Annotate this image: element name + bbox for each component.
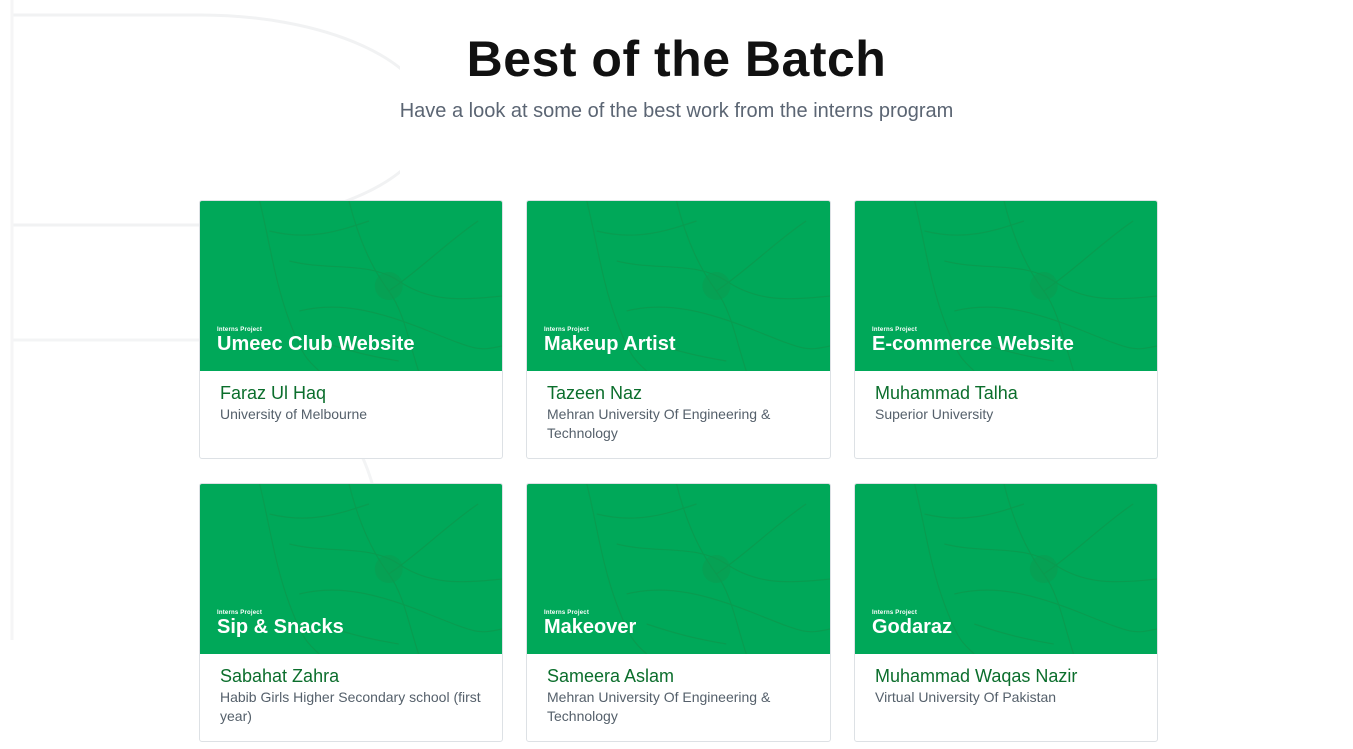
page: Best of the Batch Have a look at some of…: [0, 0, 1353, 749]
intern-name: Faraz Ul Haq: [220, 383, 327, 403]
project-card[interactable]: Interns Project Umeec Club Website Faraz…: [199, 200, 503, 459]
projects-grid: Interns Project Umeec Club Website Faraz…: [199, 200, 1158, 742]
project-title: Godaraz: [872, 616, 953, 638]
project-banner: Interns Project Makeup Artist: [527, 201, 830, 371]
card-body: Tazeen Naz Mehran University Of Engineer…: [527, 371, 830, 443]
intern-school: Virtual University Of Pakistan: [875, 689, 1057, 705]
project-banner: Interns Project Godaraz: [855, 484, 1157, 654]
project-card[interactable]: Interns Project E-commerce Website Muham…: [854, 200, 1158, 459]
project-banner: Interns Project Sip & Snacks: [200, 484, 502, 654]
intern-name: Sabahat Zahra: [220, 666, 340, 686]
intern-name: Muhammad Talha: [875, 383, 1018, 403]
project-banner: Interns Project E-commerce Website: [855, 201, 1157, 371]
card-body: Sabahat Zahra Habib Girls Higher Seconda…: [200, 654, 502, 726]
intern-school: University of Melbourne: [220, 406, 368, 422]
project-banner: Interns Project Makeover: [527, 484, 830, 654]
card-body: Faraz Ul Haq University of Melbourne: [200, 371, 502, 424]
intern-name: Muhammad Waqas Nazir: [875, 666, 1078, 686]
project-card[interactable]: Interns Project Godaraz Muhammad Waqas N…: [854, 483, 1158, 742]
intern-school: Habib Girls Higher Secondary school (fir…: [220, 689, 481, 724]
section-subtitle: Have a look at some of the best work fro…: [399, 100, 954, 122]
intern-school: Mehran University Of Engineering & Techn…: [547, 406, 771, 441]
project-card[interactable]: Interns Project Makeover Sameera Aslam M…: [526, 483, 831, 742]
project-banner: Interns Project Umeec Club Website: [200, 201, 502, 371]
intern-name: Sameera Aslam: [547, 666, 675, 686]
card-body: Muhammad Talha Superior University: [855, 371, 1157, 424]
project-title: Makeup Artist: [544, 333, 676, 355]
intern-school: Mehran University Of Engineering & Techn…: [547, 689, 771, 724]
section-title: Best of the Batch: [466, 31, 887, 87]
card-body: Sameera Aslam Mehran University Of Engin…: [527, 654, 830, 726]
project-card[interactable]: Interns Project Makeup Artist Tazeen Naz…: [526, 200, 831, 459]
project-title: E-commerce Website: [872, 333, 1074, 355]
project-card[interactable]: Interns Project Sip & Snacks Sabahat Zah…: [199, 483, 503, 742]
project-title: Makeover: [544, 616, 637, 638]
project-title: Sip & Snacks: [217, 616, 344, 638]
intern-school: Superior University: [875, 406, 994, 422]
project-title: Umeec Club Website: [217, 333, 415, 355]
intern-name: Tazeen Naz: [547, 383, 643, 403]
card-body: Muhammad Waqas Nazir Virtual University …: [855, 654, 1157, 707]
